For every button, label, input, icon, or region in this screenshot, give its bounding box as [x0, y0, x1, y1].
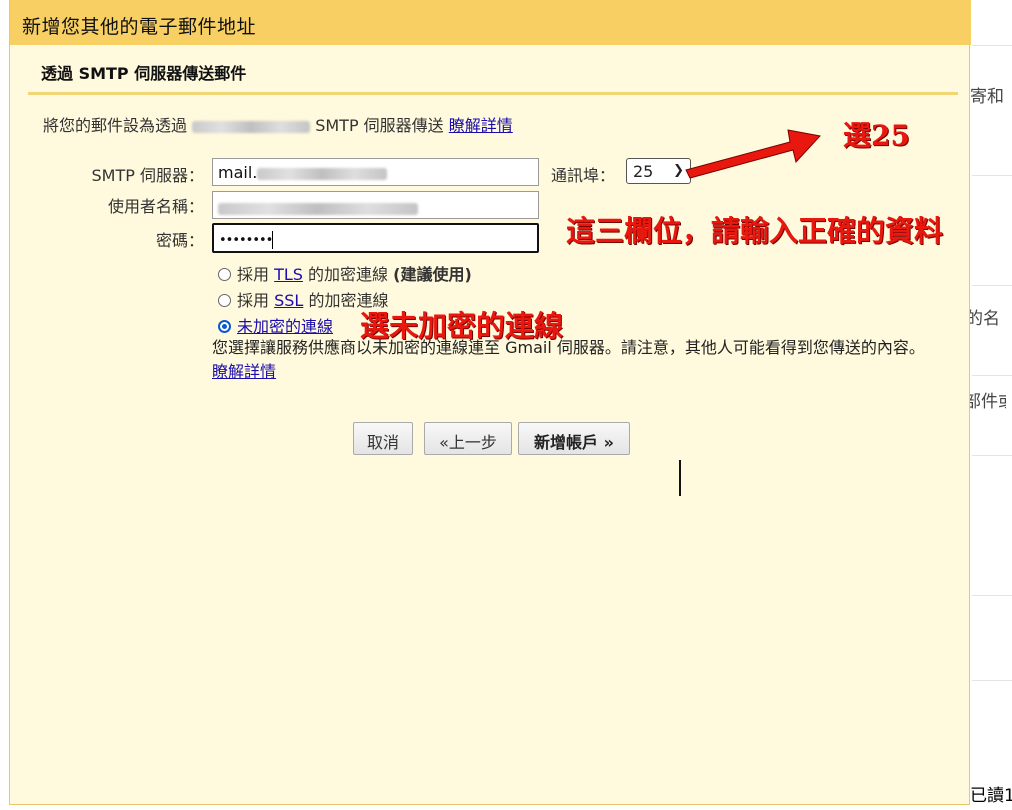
annotation-port: 選25 — [843, 119, 910, 152]
recommended-tag: (建議使用) — [393, 265, 472, 284]
intro-prefix: 將您的郵件設為透過 — [43, 116, 188, 135]
background-snippet: 已讀1 — [970, 786, 1012, 806]
radio-tls[interactable] — [218, 268, 231, 281]
dialog-subtitle: 透過 SMTP 伺服器傳送郵件 — [41, 64, 247, 83]
redacted-username — [218, 202, 418, 215]
warning-learn-more-link[interactable]: 瞭解詳情 — [212, 362, 276, 381]
background-divider — [972, 595, 1012, 596]
redacted-host — [257, 167, 388, 180]
warning-text: 您選擇讓服務供應商以未加密的連線連至 Gmail 伺服器。請注意，其他人可能看得… — [212, 338, 925, 357]
background-divider — [972, 45, 1012, 46]
background-snippet: 的名 — [966, 309, 1000, 329]
background-divider — [972, 375, 1012, 376]
tls-option[interactable]: 採用 TLS 的加密連線 (建議使用) — [218, 261, 472, 285]
intro-suffix: SMTP 伺服器傳送 — [315, 116, 444, 135]
text-caret — [272, 230, 274, 249]
divider — [28, 92, 958, 95]
redacted-domain — [192, 120, 311, 133]
background-snippet: 寄和 — [970, 87, 1004, 107]
radio-unencrypted[interactable] — [218, 320, 231, 333]
unencrypted-option[interactable]: 未加密的連線 — [218, 313, 333, 337]
smtp-server-input[interactable]: mail. — [212, 158, 539, 186]
username-label: 使用者名稱： — [107, 197, 204, 216]
password-label: 密碼： — [155, 231, 204, 250]
intro-text: 將您的郵件設為透過 SMTP 伺服器傳送 瞭解詳情 — [43, 112, 513, 136]
annotation-unencrypted: 選未加密的連線 — [360, 309, 564, 343]
port-label: 通訊埠： — [551, 166, 616, 185]
unencrypted-link[interactable]: 未加密的連線 — [237, 317, 333, 336]
radio-ssl[interactable] — [218, 294, 231, 307]
background-divider — [972, 285, 1012, 286]
learn-more-link[interactable]: 瞭解詳情 — [449, 116, 513, 135]
text-cursor-icon — [679, 460, 681, 496]
dialog-title: 新增您其他的電子郵件地址 — [10, 0, 971, 45]
tls-suffix: 的加密連線 — [308, 265, 389, 284]
annotation-fields: 這三欄位，請輸入正確的資料 — [566, 214, 944, 248]
ssl-link[interactable]: SSL — [274, 291, 303, 310]
cancel-button[interactable]: 取消 — [353, 422, 413, 455]
unencrypted-warning: 您選擇讓服務供應商以未加密的連線連至 Gmail 伺服器。請注意，其他人可能看得… — [212, 336, 932, 384]
add-account-button[interactable]: 新增帳戶 » — [518, 422, 630, 455]
background-snippet: 部件或 — [964, 392, 1006, 412]
smtp-server-label: SMTP 伺服器： — [91, 166, 204, 185]
tls-link[interactable]: TLS — [274, 265, 303, 284]
ssl-prefix: 採用 — [237, 291, 270, 310]
port-value: 25 — [633, 162, 654, 181]
username-input[interactable] — [212, 191, 539, 219]
red-arrow-icon — [685, 129, 821, 179]
tls-prefix: 採用 — [237, 265, 270, 284]
background-divider — [972, 680, 1012, 681]
back-button[interactable]: «上一步 — [424, 422, 512, 455]
background-divider — [972, 455, 1012, 456]
background-divider — [972, 175, 1012, 176]
password-input[interactable]: •••••••• — [212, 223, 539, 253]
password-value: •••••••• — [219, 233, 273, 248]
smtp-server-value: mail. — [218, 163, 258, 182]
